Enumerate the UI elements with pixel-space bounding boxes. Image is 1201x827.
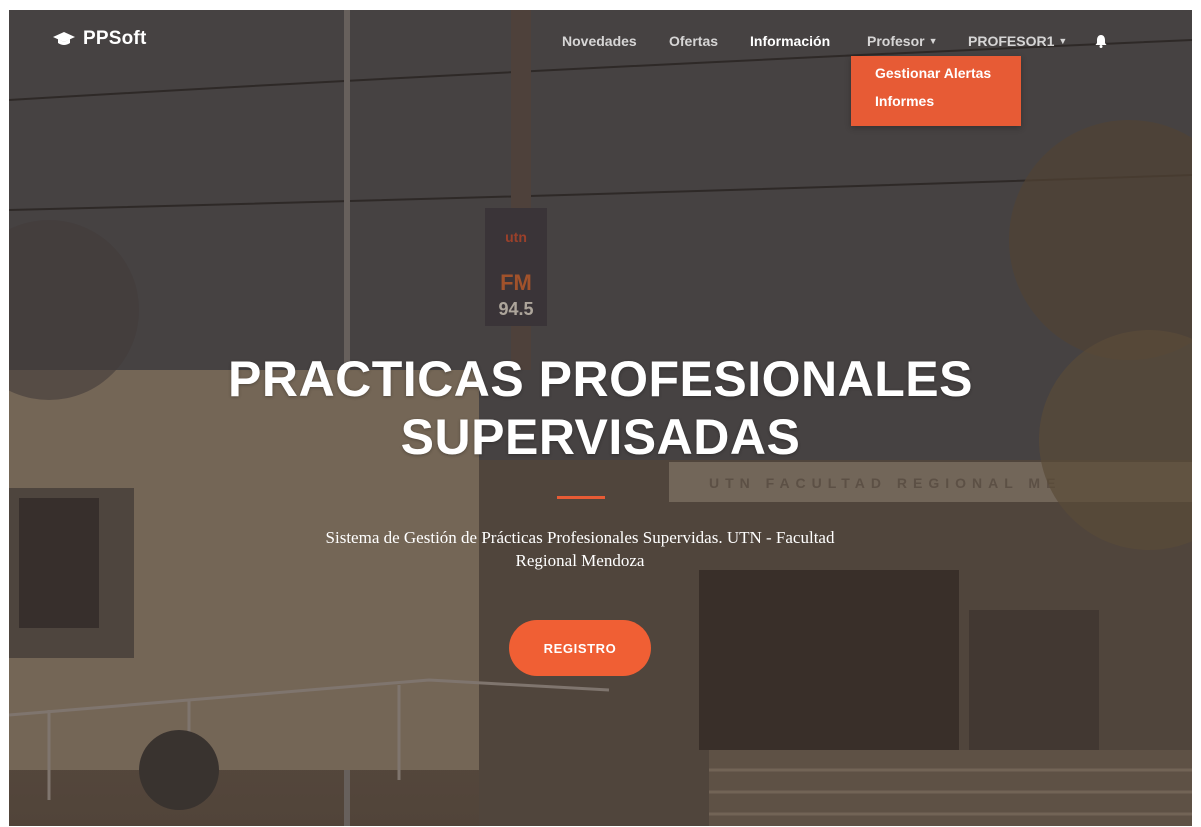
brand-link[interactable]: PPSoft	[53, 28, 146, 50]
hero-subtitle-line1: Sistema de Gestión de Prácticas Profesio…	[325, 528, 835, 547]
menu-item-informes[interactable]: Informes	[875, 93, 934, 109]
nav-profesor-dropdown[interactable]: Profesor ▼	[867, 33, 938, 49]
hero-title-line2: SUPERVISADAS	[400, 409, 801, 465]
hero-divider	[557, 496, 605, 499]
hero-title-line1: PRACTICAS PROFESIONALES	[228, 351, 973, 407]
hero-title: PRACTICAS PROFESIONALES SUPERVISADAS	[9, 350, 1192, 466]
nav-informacion[interactable]: Información	[750, 33, 830, 49]
menu-item-gestionar-alertas[interactable]: Gestionar Alertas	[875, 65, 991, 81]
bell-icon[interactable]	[1095, 34, 1107, 48]
registro-button[interactable]: REGISTRO	[509, 620, 651, 676]
nav-profesor-label: Profesor	[867, 33, 925, 49]
brand-name: PPSoft	[83, 28, 147, 49]
hero-section: utn FM 94.5 UTN FACULTAD REGIONAL ME PPS…	[9, 10, 1192, 826]
navbar: PPSoft Novedades Ofertas Información Pro…	[9, 10, 1192, 126]
profesor-dropdown-menu: Gestionar Alertas Informes	[851, 56, 1021, 126]
hero-subtitle: Sistema de Gestión de Prácticas Profesio…	[259, 526, 901, 572]
caret-down-icon: ▼	[1058, 36, 1068, 46]
hero-subtitle-line2: Regional Mendoza	[515, 551, 645, 570]
nav-user-dropdown[interactable]: PROFESOR1 ▼	[968, 33, 1067, 49]
nav-ofertas[interactable]: Ofertas	[669, 33, 718, 49]
caret-down-icon: ▼	[928, 36, 938, 46]
nav-user-label: PROFESOR1	[968, 33, 1055, 49]
nav-novedades[interactable]: Novedades	[562, 33, 637, 49]
graduation-cap-icon	[53, 32, 75, 45]
